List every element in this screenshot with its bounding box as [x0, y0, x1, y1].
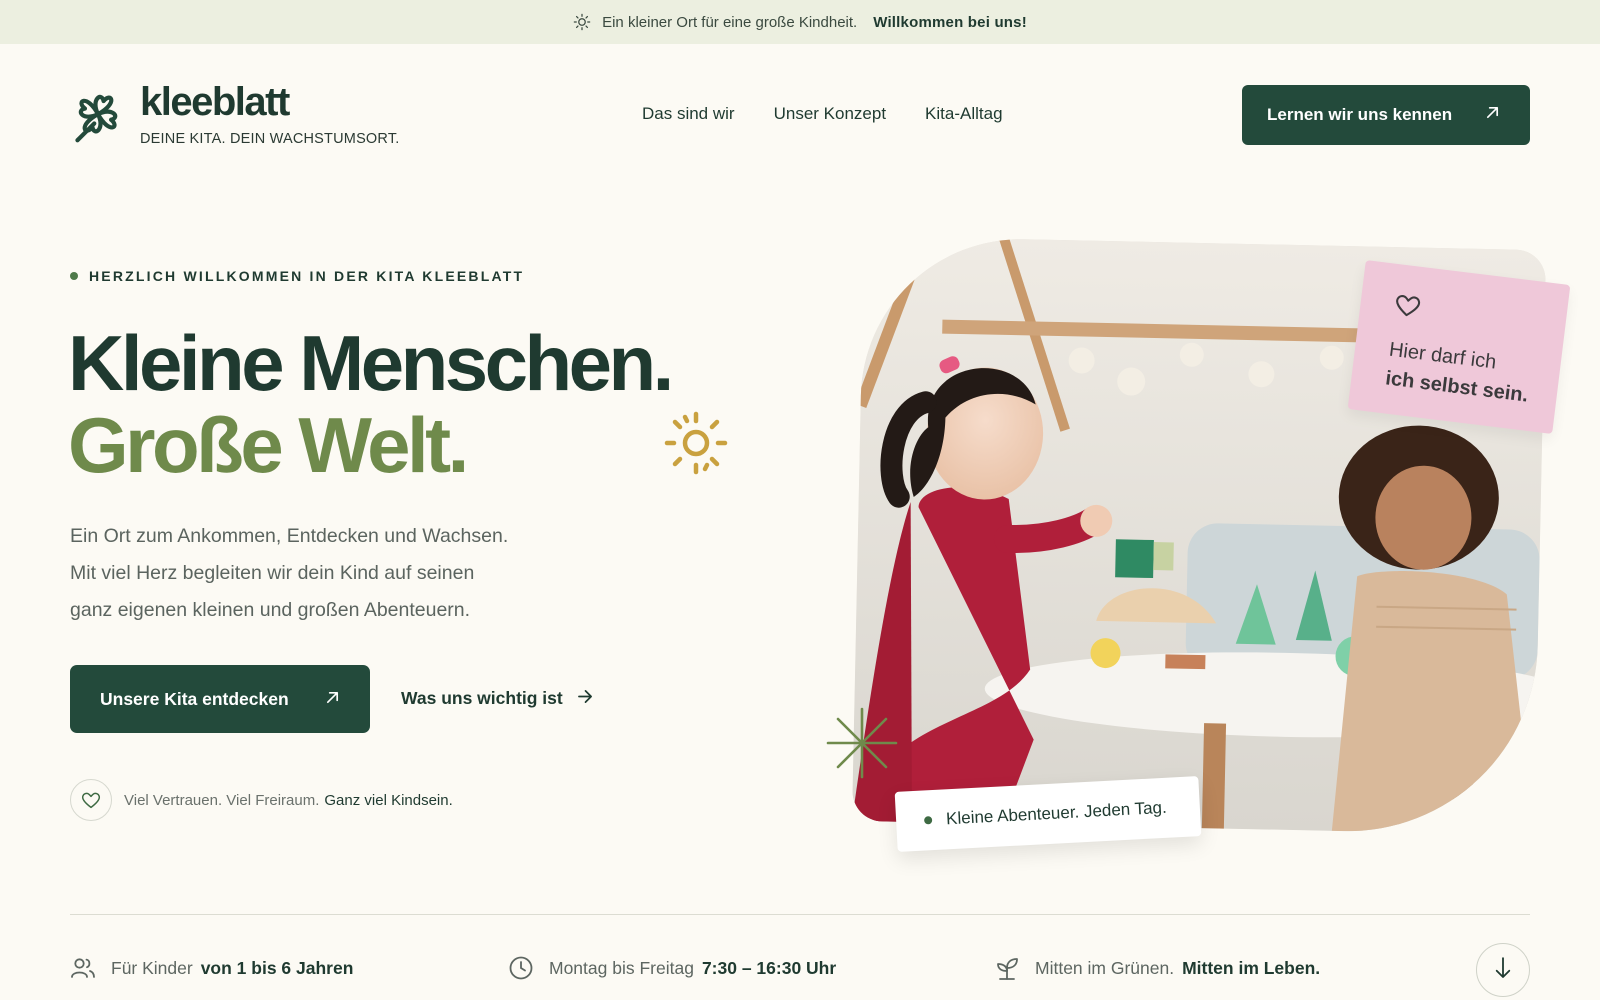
intro-line: Mit viel Herz begleiten wir dein Kind au… [70, 562, 475, 584]
eyebrow-text: HERZLICH WILLKOMMEN IN DER KITA KLEEBLAT… [89, 268, 525, 284]
header-cta-label: Lernen wir uns kennen [1267, 105, 1453, 124]
arrow-up-right-icon [1485, 105, 1500, 125]
headline-line-2: Große Welt. [68, 401, 469, 489]
section-divider [70, 914, 1530, 915]
nav-item-kita-alltag[interactable]: Kita-Alltag [925, 104, 1002, 124]
announcement-highlight: Willkommen bei uns! [873, 13, 1027, 31]
heart-icon [1393, 295, 1421, 323]
main-nav: Das sind wir Unser Konzept Kita-Alltag [642, 104, 1003, 124]
trust-line: Viel Vertrauen. Viel Freiraum. Ganz viel… [70, 779, 453, 821]
fact-value: 7:30 – 16:30 Uhr [701, 957, 837, 978]
nav-item-das-sind-wir[interactable]: Das sind wir [642, 104, 735, 124]
arrow-right-icon [577, 688, 594, 709]
clock-icon [508, 955, 534, 981]
people-icon [70, 955, 96, 981]
brand-tagline: DEINE KITA. DEIN WACHSTUMSORT. [140, 131, 400, 147]
headline-line-1: Kleine Menschen. [68, 319, 674, 407]
intro-line: ganz eigenen kleinen und großen Abenteue… [70, 599, 471, 621]
trust-text-emphasis: Ganz viel Kindsein. [324, 791, 453, 809]
discover-kita-label: Unsere Kita entdecken [100, 688, 289, 709]
pink-sticky-note: Hier darf ich ich selbst sein. [1347, 260, 1571, 434]
sprout-icon [994, 955, 1020, 981]
header-cta-button[interactable]: Lernen wir uns kennen [1242, 85, 1530, 145]
hero-intro: Ein Ort zum Ankommen, Entdecken und Wach… [70, 518, 570, 629]
heart-icon [70, 779, 112, 821]
arrow-down-icon [1494, 956, 1512, 985]
arrow-up-right-icon [325, 689, 340, 710]
values-link[interactable]: Was uns wichtig ist [401, 688, 594, 709]
clover-logo-icon [70, 86, 126, 146]
caption-dot [923, 816, 933, 825]
sun-icon [661, 408, 731, 478]
hero-headline: Kleine Menschen. Große Welt. [68, 319, 674, 489]
sun-icon [573, 13, 591, 31]
fact-age-range: Für Kinder von 1 bis 6 Jahren [70, 955, 353, 981]
discover-kita-button[interactable]: Unsere Kita entdecken [70, 665, 370, 733]
facts-row: Für Kinder von 1 bis 6 Jahren Montag bis… [70, 955, 1470, 985]
intro-line: Ein Ort zum Ankommen, Entdecken und Wach… [70, 525, 509, 547]
trust-text: Viel Vertrauen. Viel Freiraum. [124, 791, 320, 809]
announcement-bar: Ein kleiner Ort für eine große Kindheit.… [0, 0, 1600, 44]
fact-label: Mitten im Grünen. [1035, 957, 1175, 978]
fact-opening-hours: Montag bis Freitag 7:30 – 16:30 Uhr [508, 955, 836, 981]
fact-label: Für Kinder [111, 957, 193, 978]
brand-logo[interactable]: kleeblatt DEINE KITA. DEIN WACHSTUMSORT. [70, 82, 400, 147]
scroll-down-button[interactable] [1476, 943, 1530, 997]
fact-location: Mitten im Grünen. Mitten im Leben. [994, 955, 1320, 981]
nav-item-unser-konzept[interactable]: Unser Konzept [774, 104, 886, 124]
announcement-text: Ein kleiner Ort für eine große Kindheit. [602, 13, 858, 31]
brand-name: kleeblatt [140, 80, 290, 124]
caption-text: Kleine Abenteuer. Jeden Tag. [945, 797, 1168, 829]
fact-value: Mitten im Leben. [1182, 957, 1321, 978]
fact-value: von 1 bis 6 Jahren [200, 957, 354, 978]
values-link-label: Was uns wichtig ist [401, 688, 563, 708]
eyebrow-dot [70, 272, 78, 280]
hero-eyebrow: HERZLICH WILLKOMMEN IN DER KITA KLEEBLAT… [70, 268, 524, 284]
fact-label: Montag bis Freitag [549, 957, 694, 978]
sparkle-icon [824, 705, 900, 781]
